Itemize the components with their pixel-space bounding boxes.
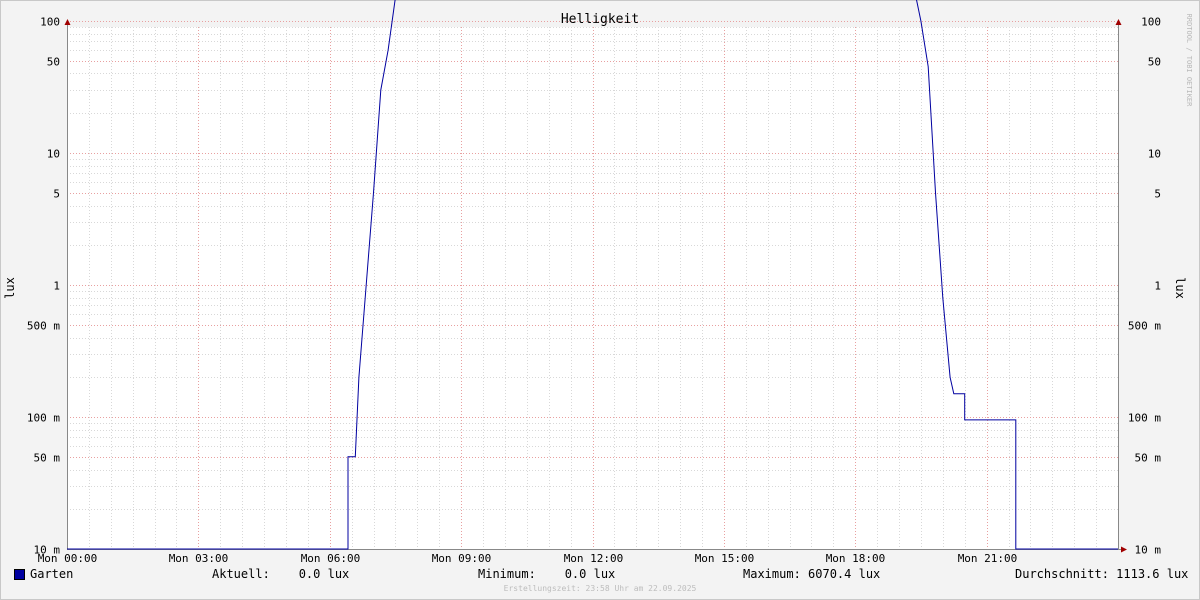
- y-axis-label: lux: [3, 277, 17, 299]
- y-tick-label-right: 5: [1154, 188, 1161, 201]
- legend-swatch-garten: [14, 569, 25, 580]
- y-tick-label-right: 100 m: [1128, 412, 1161, 425]
- stat-maximum: Maximum: 6070.4 lux: [743, 567, 881, 581]
- y-tick-label-right: 50: [1148, 56, 1161, 69]
- watermark: RRDTOOL / TOBI OETIKER: [1185, 14, 1193, 108]
- x-tick-label: Mon 03:00: [169, 552, 229, 565]
- y-tick-label-right: 1: [1154, 280, 1161, 293]
- y-tick-label-right: 50 m: [1135, 452, 1162, 465]
- y-tick-label-left: 100 m: [27, 412, 60, 425]
- x-tick-label: Mon 09:00: [432, 552, 492, 565]
- legend: Garten Aktuell: 0.0 lux Minimum: 0.0 lux…: [14, 566, 1189, 584]
- y-axis-label-right: lux: [1173, 277, 1187, 299]
- legend-label-garten: Garten: [30, 567, 74, 581]
- stat-aktuell: Aktuell: 0.0 lux: [212, 567, 350, 581]
- y-tick-label-left: 5: [53, 188, 60, 201]
- x-tick-label: Mon 12:00: [564, 552, 624, 565]
- y-tick-label-right: 10 m: [1135, 544, 1162, 557]
- y-tick-label-right: 100: [1141, 16, 1161, 29]
- y-tick-label-left: 100: [40, 16, 60, 29]
- x-tick-label: Mon 21:00: [958, 552, 1018, 565]
- y-tick-label-left: 50 m: [34, 452, 61, 465]
- x-tick-label: Mon 06:00: [301, 552, 361, 565]
- chart-svg: 10 m 10 m50 m 50 m100 m 100 m500 m 500 m1 15 5…: [0, 0, 1200, 600]
- y-tick-label-left: 50: [47, 56, 60, 69]
- y-tick-label-left: 10: [47, 148, 60, 161]
- stat-minimum: Minimum: 0.0 lux: [478, 567, 616, 581]
- footnote: Erstellungszeit: 23:58 Uhr am 22.09.2025: [503, 584, 697, 593]
- chart: 10 m 10 m 50 m 50 m 100 m 100 m 500 m 500 m1155…: [0, 0, 1200, 600]
- stat-durchschnitt: Durchschnitt: 1113.6 lux: [1015, 567, 1189, 581]
- y-tick-label-left: 500 m: [27, 320, 60, 333]
- x-tick-label: Mon 18:00: [826, 552, 886, 565]
- y-tick-label-left: 1: [53, 280, 60, 293]
- x-tick-label: Mon 00:00: [38, 552, 98, 565]
- x-tick-label: Mon 15:00: [695, 552, 755, 565]
- chart-title: Helligkeit: [561, 12, 639, 27]
- y-tick-label-right: 500 m: [1128, 320, 1161, 333]
- y-tick-label-right: 10: [1148, 148, 1161, 161]
